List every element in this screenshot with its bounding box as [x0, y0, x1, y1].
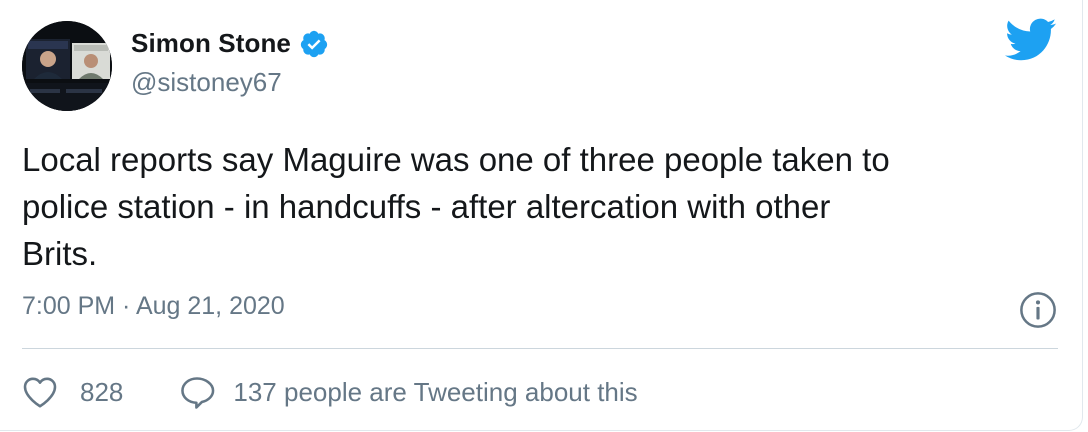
tweeting-about-text: 137 people are Tweeting about this — [233, 376, 638, 407]
author-handle[interactable]: @sistoney67 — [131, 67, 282, 98]
tweet-card: Simon Stone @sistoney67 Local reports sa… — [0, 0, 1083, 431]
author-name-row: Simon Stone — [131, 28, 329, 59]
heart-icon — [23, 377, 57, 408]
tweet-timestamp[interactable]: 7:00 PM · Aug 21, 2020 — [22, 292, 285, 321]
like-count: 828 — [80, 376, 124, 407]
tweet-text: Local reports say Maguire was one of thr… — [22, 141, 890, 272]
like-button[interactable]: 828 — [22, 375, 123, 409]
avatar[interactable] — [22, 21, 112, 111]
divider — [22, 348, 1058, 349]
verified-badge-icon — [300, 30, 328, 57]
comment-bubble-icon — [181, 377, 215, 409]
engagement-bar: 828 137 people are Tweeting about this — [22, 372, 638, 412]
tweeting-about-link[interactable]: 137 people are Tweeting about this — [179, 375, 638, 409]
info-icon[interactable] — [1019, 291, 1057, 329]
twitter-bird-icon[interactable] — [1005, 18, 1057, 62]
avatar-image — [22, 21, 112, 111]
author-display-name[interactable]: Simon Stone — [131, 28, 291, 59]
